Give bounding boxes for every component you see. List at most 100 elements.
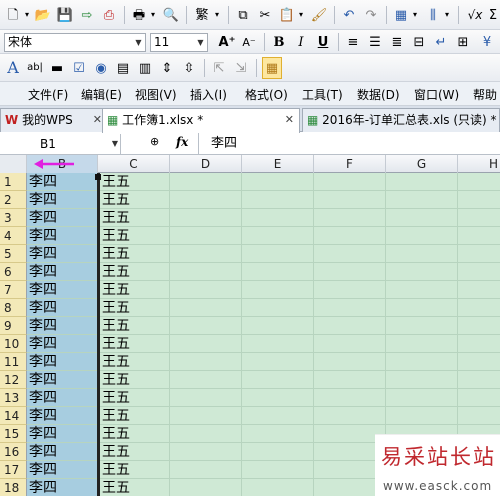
edit-object-icon[interactable]: ⇲ <box>232 58 250 78</box>
cell-c[interactable]: 王五 <box>100 479 170 496</box>
cell-c[interactable]: 王五 <box>100 461 170 479</box>
list-box-icon[interactable]: ▤ <box>114 58 132 78</box>
row-header[interactable]: 3 <box>0 209 27 227</box>
formula-input[interactable]: 李四 <box>198 133 500 155</box>
menu-data[interactable]: 数据(D) <box>357 86 400 103</box>
cell-b[interactable]: 李四 <box>27 461 97 479</box>
cell-b[interactable]: 李四 <box>27 407 97 425</box>
cell-b[interactable]: 李四 <box>27 443 97 461</box>
row-header[interactable]: 10 <box>0 335 27 353</box>
print-icon[interactable]: 🖶 <box>130 5 148 25</box>
text-box-icon[interactable]: A <box>4 58 22 78</box>
sum-icon[interactable]: Σ <box>486 5 500 25</box>
drag-handle[interactable] <box>95 174 101 180</box>
cell-c[interactable]: 王五 <box>100 263 170 281</box>
vertical-text-icon[interactable]: ab| <box>26 58 44 78</box>
menu-tools[interactable]: 工具(T) <box>302 86 343 103</box>
function-icon[interactable]: √x <box>464 5 486 25</box>
column-header-g[interactable]: G <box>386 155 458 173</box>
print-preview-icon[interactable]: 🔍 <box>162 5 180 25</box>
cell-b[interactable]: 李四 <box>27 353 97 371</box>
column-header-c[interactable]: C <box>98 155 170 173</box>
cell-b[interactable]: 李四 <box>27 317 97 335</box>
row-header[interactable]: 8 <box>0 299 27 317</box>
menu-view[interactable]: 视图(V) <box>135 86 177 103</box>
row-header[interactable]: 16 <box>0 443 27 461</box>
select-object-icon[interactable]: ⇱ <box>210 58 228 78</box>
cell-c[interactable]: 王五 <box>100 317 170 335</box>
save-icon[interactable]: 💾 <box>56 5 74 25</box>
align-left-icon[interactable]: ≡ <box>344 32 362 52</box>
cell-b[interactable]: 李四 <box>27 425 97 443</box>
chevron-down-icon[interactable]: ▼ <box>194 34 207 51</box>
align-center-icon[interactable]: ☰ <box>366 32 384 52</box>
row-header[interactable]: 17 <box>0 461 27 479</box>
row-column-dropdown-icon[interactable]: ▾ <box>442 5 452 25</box>
paste-icon[interactable]: 📋 <box>278 5 296 25</box>
copy-icon[interactable]: ⧉ <box>234 5 252 25</box>
scroll-bar-icon[interactable]: ⇳ <box>180 58 198 78</box>
close-icon[interactable]: ✕ <box>285 109 294 131</box>
print-dropdown-icon[interactable]: ▾ <box>148 5 158 25</box>
row-header[interactable]: 1 <box>0 173 27 191</box>
menu-help[interactable]: 帮助 <box>473 86 497 103</box>
row-header[interactable]: 4 <box>0 227 27 245</box>
bold-icon[interactable]: B <box>270 32 288 52</box>
underline-icon[interactable]: U <box>314 32 332 52</box>
cell-c[interactable]: 王五 <box>100 389 170 407</box>
table-style-icon[interactable]: ▦ <box>392 5 410 25</box>
menu-window[interactable]: 窗口(W) <box>414 86 459 103</box>
cell-b[interactable]: 李四 <box>27 227 97 245</box>
rectangle-icon[interactable]: ▬ <box>48 58 66 78</box>
redo-icon[interactable]: ↷ <box>362 5 380 25</box>
cell-c[interactable]: 王五 <box>100 245 170 263</box>
chevron-down-icon[interactable]: ▼ <box>112 134 118 154</box>
menu-file[interactable]: 文件(F) <box>28 86 68 103</box>
row-header[interactable]: 11 <box>0 353 27 371</box>
font-name-select[interactable]: 宋体 ▼ <box>4 33 146 52</box>
align-right-icon[interactable]: ≣ <box>388 32 406 52</box>
row-column-icon[interactable]: ⫼ <box>424 5 442 25</box>
column-header-e[interactable]: E <box>242 155 314 173</box>
merge-center-icon[interactable]: ⊟ <box>410 32 428 52</box>
cell-b[interactable]: 李四 <box>27 191 97 209</box>
distributed-align-icon[interactable]: ⊞ <box>454 32 472 52</box>
checkbox-icon[interactable]: ☑ <box>70 58 88 78</box>
row-header[interactable]: 12 <box>0 371 27 389</box>
cell-c[interactable]: 王五 <box>100 173 170 191</box>
new-file-icon[interactable]: 🗋 <box>4 5 22 25</box>
tab-my-wps[interactable]: W 我的WPS ✕ <box>0 108 108 132</box>
select-all-corner[interactable] <box>0 155 27 173</box>
cell-b[interactable]: 李四 <box>27 299 97 317</box>
undo-icon[interactable]: ↶ <box>340 5 358 25</box>
open-folder-icon[interactable]: 📂 <box>34 5 52 25</box>
row-header[interactable]: 2 <box>0 191 27 209</box>
italic-icon[interactable]: I <box>292 32 310 52</box>
cell-c[interactable]: 王五 <box>100 407 170 425</box>
tab-workbook1[interactable]: ▦ 工作簿1.xlsx * ✕ <box>102 108 300 133</box>
cell-b[interactable]: 李四 <box>27 371 97 389</box>
convert-dropdown-icon[interactable]: ▾ <box>212 5 222 25</box>
row-header[interactable]: 15 <box>0 425 27 443</box>
cell-c[interactable]: 王五 <box>100 281 170 299</box>
row-header[interactable]: 7 <box>0 281 27 299</box>
cell-c[interactable]: 王五 <box>100 191 170 209</box>
spin-button-icon[interactable]: ⇕ <box>158 58 176 78</box>
cell-b[interactable]: 李四 <box>27 173 97 191</box>
row-header[interactable]: 9 <box>0 317 27 335</box>
cell-c[interactable]: 王五 <box>100 335 170 353</box>
menu-insert[interactable]: 插入(I) <box>190 86 227 103</box>
grid-toggle-icon[interactable]: ▦ <box>262 57 282 79</box>
decrease-font-icon[interactable]: A⁻ <box>240 32 258 52</box>
chevron-down-icon[interactable]: ▼ <box>132 34 145 51</box>
radio-button-icon[interactable]: ◉ <box>92 58 110 78</box>
cell-b[interactable]: 李四 <box>27 263 97 281</box>
magnifier-icon[interactable]: ⊕ <box>150 135 159 148</box>
cell-b[interactable]: 李四 <box>27 245 97 263</box>
format-painter-icon[interactable]: 🖌 <box>310 5 328 25</box>
fx-button[interactable]: fx <box>176 135 188 149</box>
column-header-h[interactable]: H <box>458 155 500 173</box>
column-header-d[interactable]: D <box>170 155 242 173</box>
close-icon[interactable]: ✕ <box>93 109 102 131</box>
wrap-text-icon[interactable]: ↵ <box>432 32 450 52</box>
